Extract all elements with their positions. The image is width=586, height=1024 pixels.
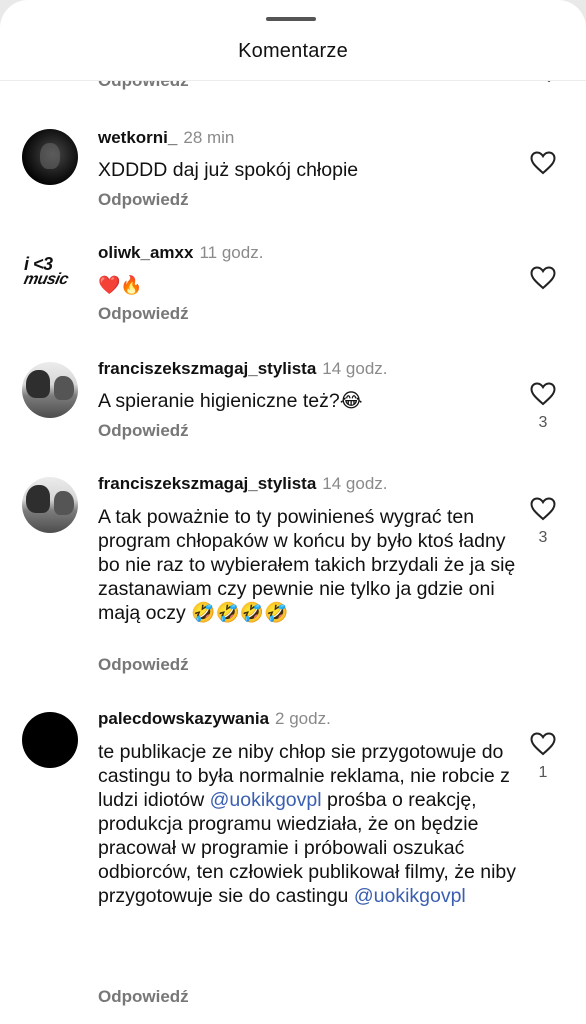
avatar[interactable] <box>22 477 78 533</box>
like-control[interactable] <box>530 266 556 290</box>
username[interactable]: palecdowskazywania <box>98 709 269 728</box>
sheet-title: Komentarze <box>238 40 348 62</box>
comment-list[interactable]: Odpowiedź wetkorni_ 28 min XDDDD daj już … <box>0 81 586 1024</box>
comment-text: XDDDD daj już spokój chłopie <box>98 159 359 181</box>
reply-button[interactable]: Odpowiedź <box>98 304 189 324</box>
heart-outline-icon[interactable] <box>530 732 556 756</box>
avatar-lettering: i <3 music <box>22 254 70 288</box>
comment-text: A spieranie higieniczne też?😂 <box>98 390 363 412</box>
comment-meta: franciszekszmagaj_stylista 14 godz. <box>98 474 388 494</box>
like-count: 3 <box>538 529 548 546</box>
comment-meta: wetkorni_ 28 min <box>98 128 234 148</box>
like-control[interactable]: 1 <box>530 732 556 782</box>
reply-button[interactable]: Odpowiedź <box>98 421 189 441</box>
comments-sheet: Komentarze Odpowiedź wetkorni_ 28 min XDD… <box>0 0 586 1024</box>
mention-link[interactable]: @uokikgovpl <box>354 885 466 907</box>
like-count: 3 <box>538 414 548 431</box>
username[interactable]: franciszekszmagaj_stylista <box>98 359 316 378</box>
timestamp: 14 godz. <box>322 359 388 378</box>
comment-text: ❤️🔥 <box>98 275 143 295</box>
avatar[interactable] <box>22 362 78 418</box>
like-count: 1 <box>538 764 548 781</box>
timestamp: 11 godz. <box>199 243 264 262</box>
comment-meta: oliwk_amxx 11 godz. <box>98 243 263 263</box>
timestamp: 28 min <box>183 128 235 147</box>
like-control[interactable]: 3 <box>530 497 556 547</box>
heart-outline-icon[interactable] <box>530 497 556 521</box>
reply-button[interactable]: Odpowiedź <box>98 655 189 675</box>
username[interactable]: wetkorni_ <box>98 128 177 147</box>
timestamp: 2 godz. <box>275 709 331 728</box>
avatar[interactable] <box>22 712 78 768</box>
timestamp: 14 godz. <box>322 474 388 493</box>
comment-meta: palecdowskazywania 2 godz. <box>98 709 331 729</box>
like-control[interactable]: 3 <box>530 382 556 432</box>
heart-outline-icon[interactable] <box>530 266 556 290</box>
avatar[interactable]: i <3 music <box>22 246 78 302</box>
heart-outline-icon[interactable] <box>540 81 558 83</box>
avatar[interactable] <box>22 129 78 185</box>
reply-button[interactable]: Odpowiedź <box>98 81 189 91</box>
drag-handle[interactable] <box>266 17 316 21</box>
mention-link[interactable]: @uokikgovpl <box>210 789 322 811</box>
reply-button[interactable]: Odpowiedź <box>98 987 189 1007</box>
heart-outline-icon[interactable] <box>530 382 556 406</box>
username[interactable]: franciszekszmagaj_stylista <box>98 474 316 493</box>
comment-text: te publikacje ze niby chłop sie przygoto… <box>98 741 516 907</box>
reply-button[interactable]: Odpowiedź <box>98 190 189 210</box>
comment-meta: franciszekszmagaj_stylista 14 godz. <box>98 359 388 379</box>
like-control[interactable] <box>530 151 556 175</box>
username[interactable]: oliwk_amxx <box>98 243 193 262</box>
heart-outline-icon[interactable] <box>530 151 556 175</box>
comment-text: A tak poważnie to ty powinieneś wygrać t… <box>98 506 516 624</box>
